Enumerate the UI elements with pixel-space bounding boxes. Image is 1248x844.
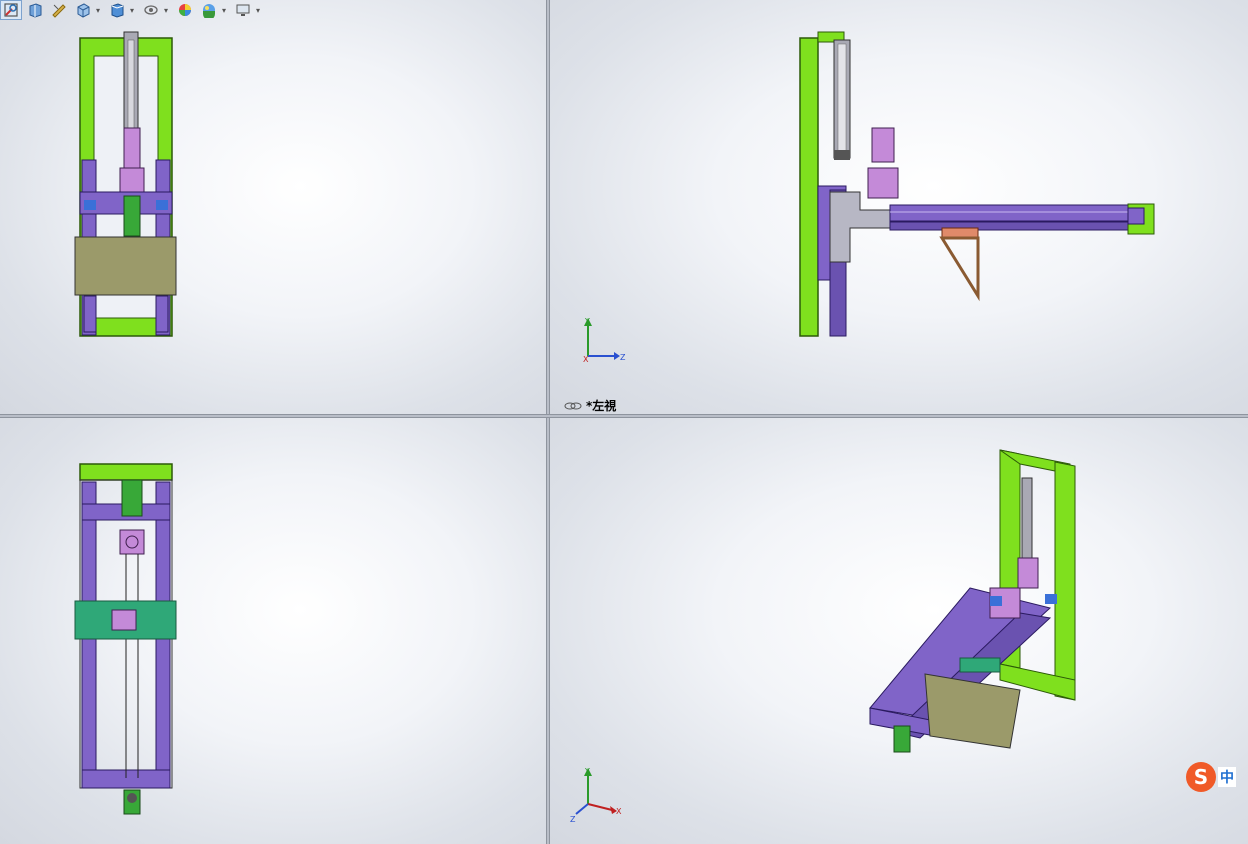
viewport-top[interactable]: [0, 418, 546, 844]
display-style-button[interactable]: [106, 0, 128, 20]
zoom-to-fit-button[interactable]: [0, 0, 22, 20]
chevron-down-icon[interactable]: ▾: [164, 6, 172, 15]
chevron-down-icon[interactable]: ▾: [256, 6, 264, 15]
dynamic-annotation-button[interactable]: [48, 0, 70, 20]
ime-mode-label[interactable]: 中: [1218, 767, 1236, 787]
display-style-icon: [111, 3, 124, 18]
viewport-splitter-vertical[interactable]: [546, 0, 550, 844]
viewport-splitter-horizontal[interactable]: [0, 414, 1248, 418]
coordinate-triad: Y X Z: [583, 317, 626, 364]
edit-appearance-button[interactable]: [174, 0, 196, 20]
edit-appearance-icon: [179, 4, 191, 16]
triad-z-label: Z: [620, 353, 626, 362]
link-views-icon: [564, 402, 582, 409]
hide-show-icon: [144, 5, 158, 15]
chevron-down-icon[interactable]: ▾: [96, 6, 104, 15]
view-orientation-icon: [77, 3, 90, 18]
viewport-front[interactable]: ▾ ▾ ▾ ▾ ▾: [0, 0, 546, 414]
zoom-to-fit-icon: [4, 3, 18, 17]
sogou-logo-icon: S: [1186, 762, 1216, 792]
triad-y-label: Y: [584, 317, 590, 326]
triad-x-label: X: [616, 807, 622, 816]
ime-indicator[interactable]: S 中: [1186, 762, 1236, 792]
left-view-model: Y X Z: [583, 31, 1155, 364]
section-view-button[interactable]: [24, 0, 46, 20]
isometric-view-model: Y X Z: [570, 449, 1076, 824]
triad-x-label: X: [583, 355, 589, 364]
apply-scene-button[interactable]: [198, 0, 220, 20]
apply-scene-icon: [203, 4, 215, 18]
chevron-down-icon[interactable]: ▾: [222, 6, 230, 15]
viewport-label: *左視: [564, 397, 616, 414]
dynamic-annotation-icon: [52, 4, 66, 18]
chevron-down-icon[interactable]: ▾: [130, 6, 138, 15]
view-settings-icon: [236, 4, 250, 16]
triad-y-label: Y: [584, 767, 590, 776]
coordinate-triad-iso: Y X Z: [570, 767, 622, 824]
viewport-left[interactable]: Y X Z: [550, 0, 1248, 414]
triad-z-label: Z: [570, 815, 576, 824]
view-settings-button[interactable]: [232, 0, 254, 20]
view-name: *左視: [586, 399, 617, 413]
view-orientation-button[interactable]: [72, 0, 94, 20]
heads-up-toolbar: ▾ ▾ ▾ ▾ ▾: [0, 0, 264, 20]
top-view-model: [74, 463, 177, 815]
front-view-model: [74, 31, 177, 337]
section-view-icon: [29, 3, 42, 18]
viewport-isometric[interactable]: Y X Z: [550, 418, 1248, 844]
hide-show-items-button[interactable]: [140, 0, 162, 20]
